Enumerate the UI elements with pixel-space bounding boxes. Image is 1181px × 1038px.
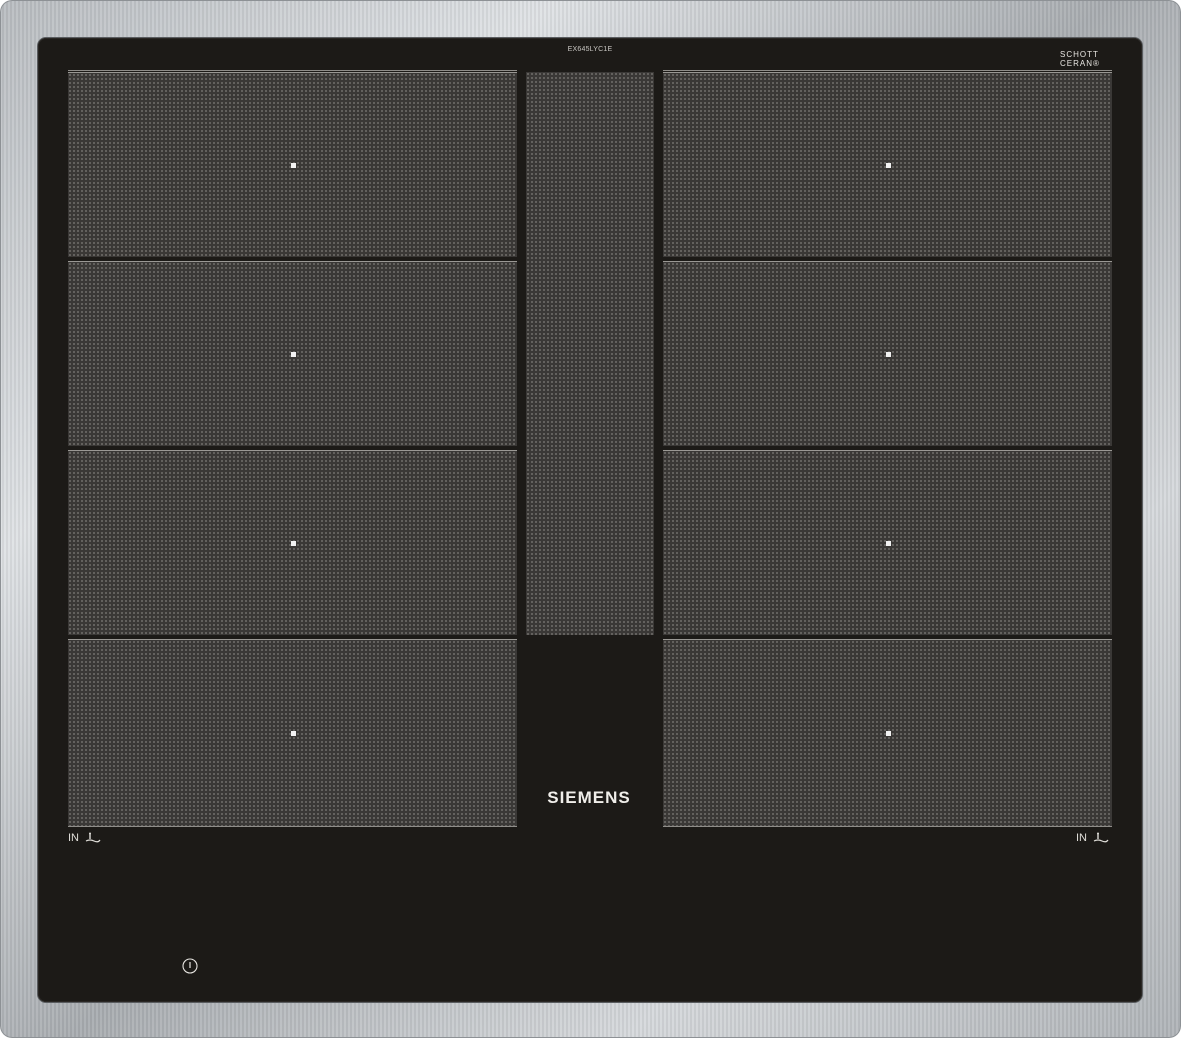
cooking-zone-right-4[interactable] xyxy=(663,639,1112,826)
cooking-zone-left-1[interactable] xyxy=(68,72,517,257)
zone-marker-dot xyxy=(290,163,296,168)
cooking-zone-right-1[interactable] xyxy=(663,72,1112,257)
bottom-rail-left xyxy=(68,826,517,827)
zone-marker-dot xyxy=(885,163,891,168)
zone-marker-dot xyxy=(885,352,891,357)
cooking-zone-right-2[interactable] xyxy=(663,261,1112,446)
model-label: EX645LYC1E xyxy=(567,46,613,53)
siemens-logo: SIEMENS xyxy=(547,788,631,807)
cooking-zone-left-2[interactable] xyxy=(68,261,517,446)
zone-marker-dot xyxy=(885,541,891,546)
center-control-strip[interactable] xyxy=(526,72,654,635)
in-label-left: IN xyxy=(68,832,79,844)
induction-symbol-icon xyxy=(1093,832,1109,843)
schott-ceran-line2: CERAN® xyxy=(1060,59,1100,68)
cooking-zone-left-3[interactable] xyxy=(68,450,517,635)
zone-marker-dot xyxy=(290,541,296,546)
cooking-zone-right-3[interactable] xyxy=(663,450,1112,635)
top-rail-right xyxy=(663,70,1112,71)
top-rail-left xyxy=(68,70,517,71)
induction-symbol-icon xyxy=(85,832,101,843)
power-icon[interactable] xyxy=(182,958,198,974)
in-label-right: IN xyxy=(1076,832,1087,844)
zone-marker-dot xyxy=(290,352,296,357)
schott-ceran-line1: SCHOTT xyxy=(1060,50,1099,59)
bottom-rail-right xyxy=(663,826,1112,827)
zone-marker-dot xyxy=(885,731,891,736)
induction-marking-left: IN xyxy=(68,832,101,844)
induction-marking-right: IN xyxy=(1076,832,1109,844)
cooking-zone-left-4[interactable] xyxy=(68,639,517,826)
zone-marker-dot xyxy=(290,731,296,736)
